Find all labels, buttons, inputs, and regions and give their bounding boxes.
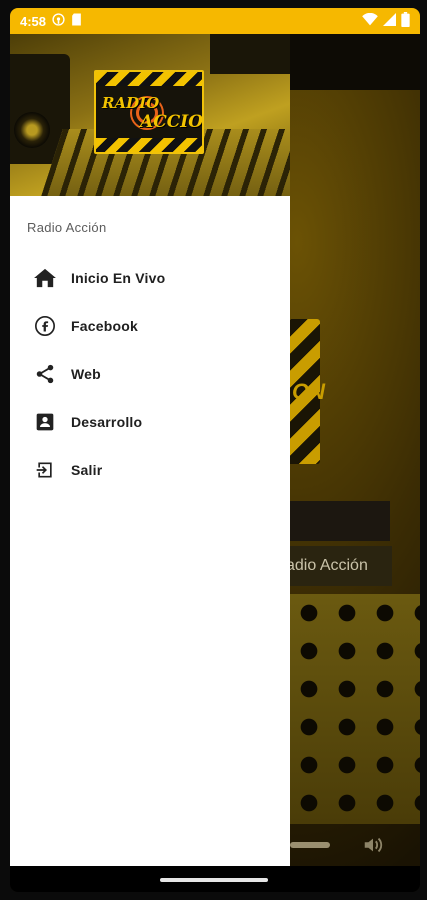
- menu-item-facebook[interactable]: Facebook: [10, 302, 290, 350]
- volume-icon[interactable]: [362, 834, 384, 861]
- status-time: 4:58: [20, 13, 47, 29]
- home-icon: [34, 267, 56, 289]
- drawer-menu: Inicio En Vivo Facebook Web Desarrollo S…: [10, 254, 290, 494]
- logo-hazard-stripes-top: [96, 72, 202, 86]
- device-frame: 4:58 ON adio Acción RADIO ACCIO Radio Ac…: [0, 0, 427, 900]
- drawer-section-title: Radio Acción: [27, 220, 107, 235]
- menu-item-label: Web: [71, 366, 101, 382]
- menu-item-label: Inicio En Vivo: [71, 270, 166, 286]
- menu-item-desarrollo[interactable]: Desarrollo: [10, 398, 290, 446]
- contact-card-icon: [34, 411, 56, 433]
- facebook-icon: [34, 315, 56, 337]
- menu-item-label: Desarrollo: [71, 414, 143, 430]
- podcast-icon: [52, 13, 65, 29]
- menu-item-label: Facebook: [71, 318, 138, 334]
- logo-hazard-stripes-bottom: [96, 138, 202, 152]
- exit-icon: [34, 459, 56, 481]
- menu-item-label: Salir: [71, 462, 103, 478]
- navigation-drawer: RADIO ACCION Radio Acción Inicio En Vivo: [10, 34, 290, 866]
- menu-item-web[interactable]: Web: [10, 350, 290, 398]
- logo-text-accion: ACCION: [140, 112, 204, 132]
- background-console-image: [290, 594, 420, 824]
- status-bar: 4:58: [10, 8, 420, 34]
- background-logo-fragment: ON: [292, 379, 325, 404]
- radio-accion-logo: RADIO ACCION: [94, 70, 204, 154]
- home-gesture-handle[interactable]: [160, 878, 268, 882]
- background-station-name: adio Acción: [282, 546, 392, 586]
- system-nav-bar: [10, 866, 420, 892]
- share-icon: [34, 363, 56, 385]
- wifi-icon: [362, 12, 378, 29]
- signal-icon: [383, 13, 396, 29]
- menu-item-salir[interactable]: Salir: [10, 446, 290, 494]
- battery-icon: [401, 12, 410, 30]
- menu-item-inicio-en-vivo[interactable]: Inicio En Vivo: [10, 254, 290, 302]
- background-volume-slider[interactable]: [290, 842, 330, 848]
- logo-text-radio: RADIO: [102, 94, 160, 112]
- phone-screen: 4:58 ON adio Acción RADIO ACCIO Radio Ac…: [10, 8, 420, 892]
- drawer-header-image: RADIO ACCION: [10, 34, 290, 196]
- studio-speaker-right: [210, 34, 290, 74]
- background-info-bar: [290, 501, 390, 541]
- sd-card-icon: [71, 13, 82, 29]
